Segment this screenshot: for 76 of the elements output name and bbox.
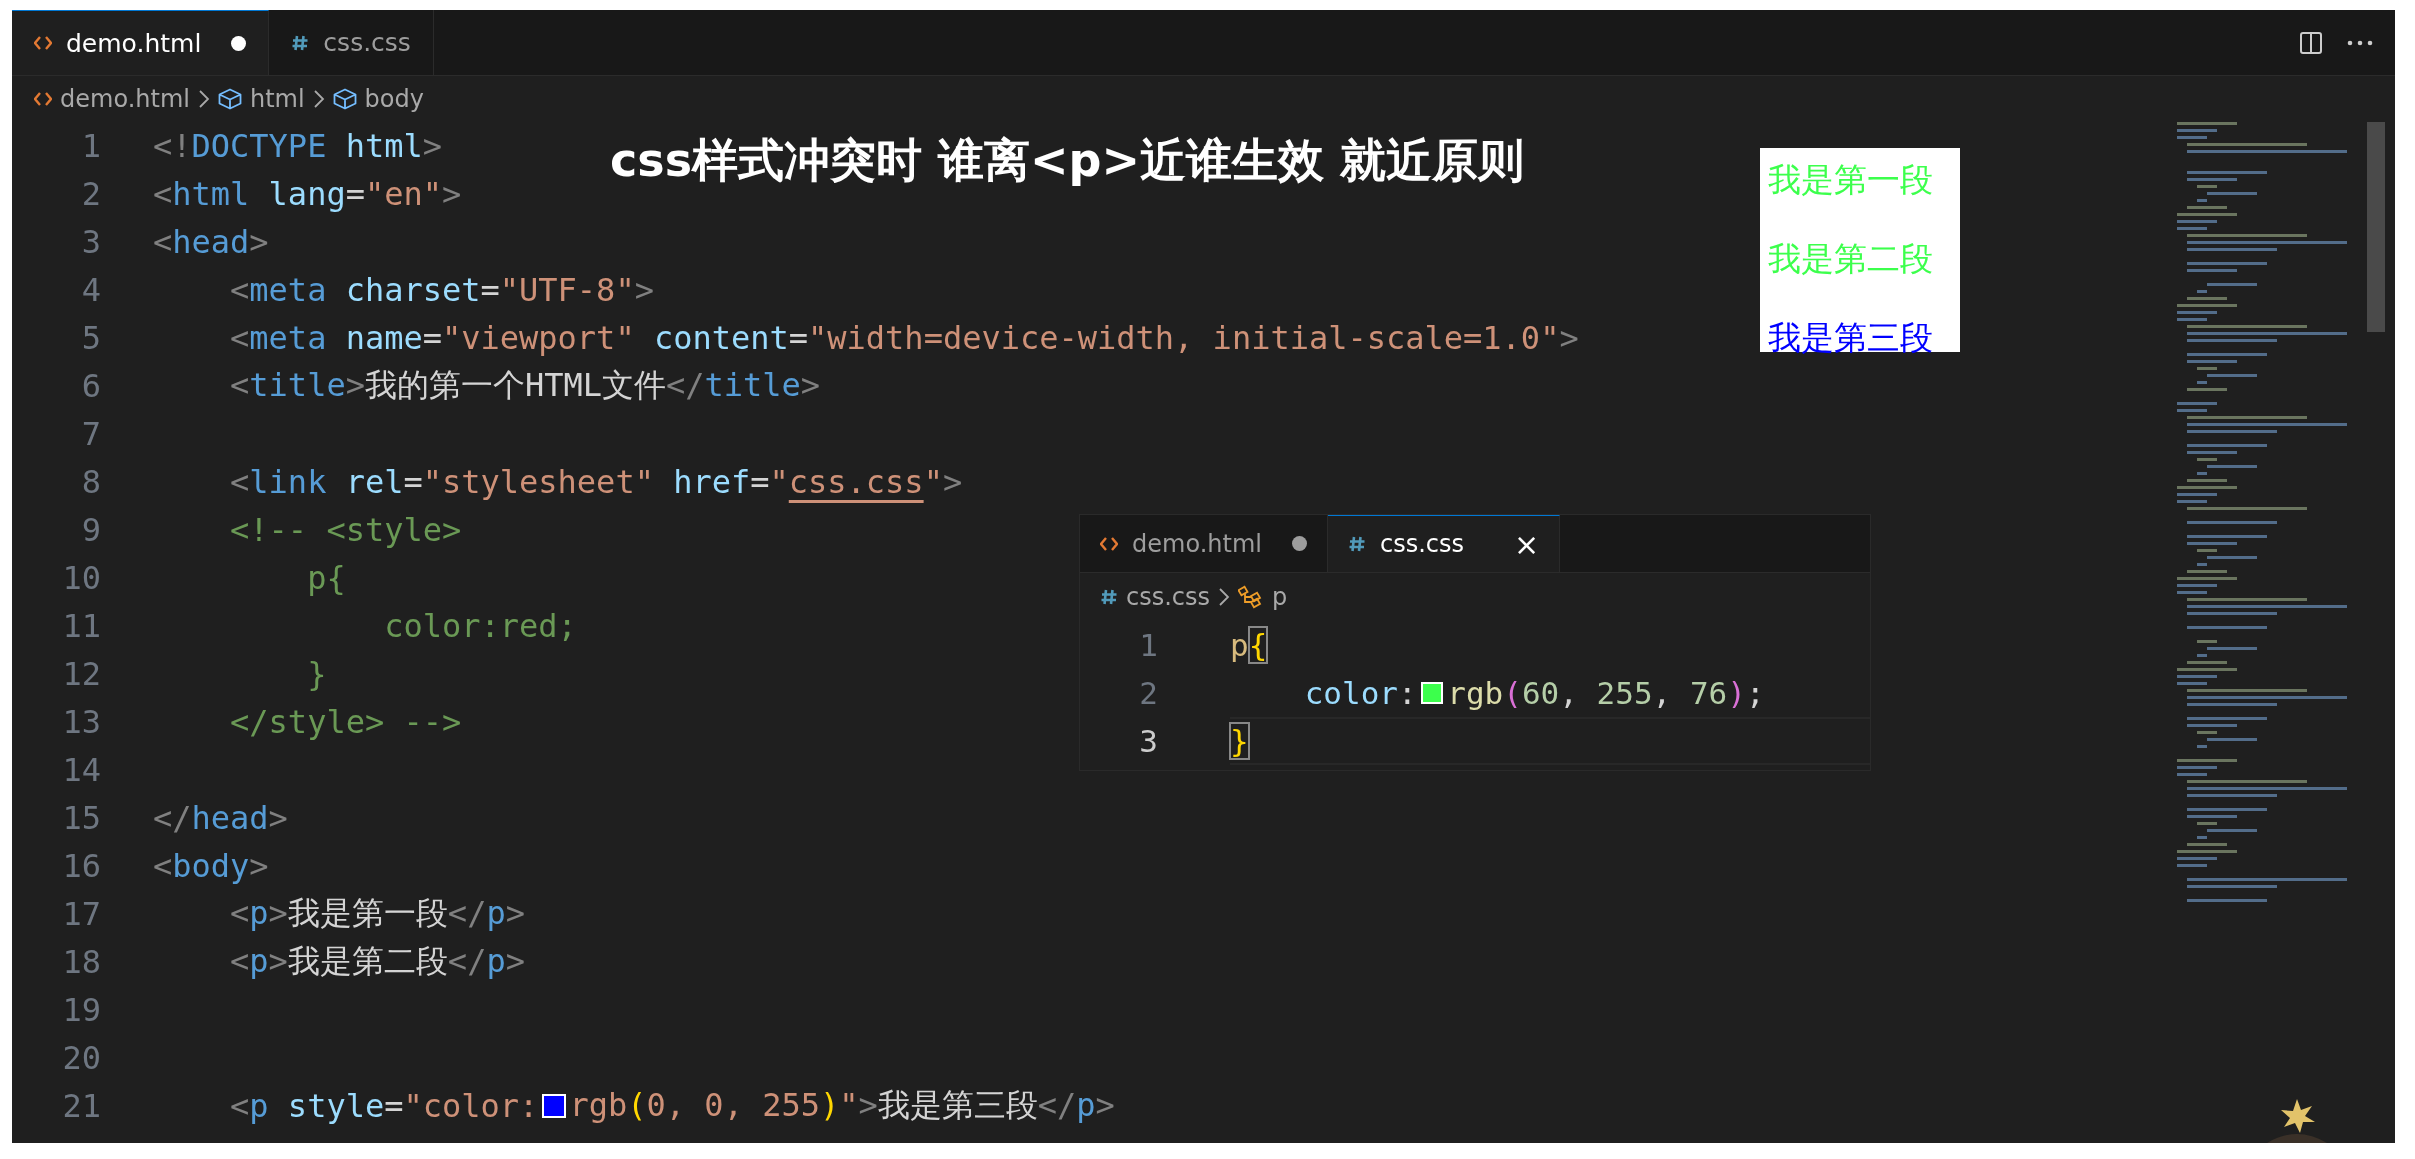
code-text: <link rel="stylesheet" href="css.css">: [229, 463, 963, 501]
line-number: 9: [80, 511, 102, 549]
code-text: color:: [1303, 675, 1417, 711]
code-brackets-icon: [34, 92, 52, 106]
line-number: 2: [80, 175, 102, 213]
color-swatch[interactable]: [1420, 681, 1444, 705]
line-number: 1: [1138, 627, 1159, 663]
breadcrumb-item[interactable]: demo.html: [60, 85, 190, 113]
chevron-icon: [197, 89, 210, 109]
split-editor-icon[interactable]: [2299, 30, 2323, 55]
line-number: 16: [61, 847, 102, 885]
line-number: 4: [80, 271, 102, 309]
code-text: rgb(60, 255, 76);: [1447, 675, 1765, 711]
line-number: 8: [80, 463, 102, 501]
hash-icon: [1347, 535, 1366, 553]
overlay-title: css样式冲突时 谁离<p>近谁生效 就近原则: [610, 132, 1525, 189]
line-number: 20: [61, 1039, 102, 1077]
line-number: 3: [80, 223, 102, 261]
code-text: </style> -->: [229, 703, 462, 741]
code-text: <!DOCTYPE html>: [153, 127, 442, 165]
code-text: }: [1230, 723, 1249, 759]
cube-icon: [217, 88, 242, 110]
code-text: <html lang="en">: [153, 175, 462, 213]
line-number: 17: [61, 895, 102, 933]
code-text: <title>我的第一个HTML文件</title>: [229, 365, 821, 406]
code-text: }: [306, 655, 327, 693]
preview-paragraph: 我是第二段: [1768, 238, 1934, 280]
line-number: 15: [61, 799, 102, 837]
code-text: p{: [306, 559, 346, 597]
code-text: <head>: [153, 223, 269, 261]
line-number: 21: [61, 1087, 102, 1125]
code-text: <!-- <style>: [229, 511, 462, 549]
line-number: 14: [61, 751, 102, 789]
code-text: <meta name="viewport" content="width=device-width, initial-scale=1.0">: [229, 319, 1579, 357]
code-text: color:red;: [383, 607, 577, 645]
cube-icon: [332, 88, 357, 110]
line-number: 3: [1138, 723, 1159, 759]
code-brackets-icon: [34, 36, 52, 50]
hash-icon: [1100, 588, 1118, 606]
breadcrumb-item[interactable]: html: [249, 85, 305, 113]
code-text: <p>我是第二段</p>: [229, 941, 525, 982]
scrollbar[interactable]: [2367, 122, 2385, 332]
editor-tab[interactable]: css.css ×: [1327, 515, 1561, 572]
line-number: 12: [61, 655, 102, 693]
line-number: 18: [61, 943, 102, 981]
line-number: 7: [80, 415, 102, 453]
breadcrumb-item[interactable]: p: [1272, 583, 1288, 611]
code-text: rgb(0, 0, 255)">我是第三段</p>: [569, 1085, 1115, 1126]
code-text: <p>我是第一段</p>: [229, 893, 525, 934]
code-brackets-icon: [1100, 536, 1118, 551]
breadcrumb-item[interactable]: body: [364, 85, 424, 113]
more-icon[interactable]: [2347, 39, 2373, 46]
line-number: 19: [61, 991, 102, 1029]
code-text: <p style="color:: [229, 1087, 539, 1125]
line-number: 13: [61, 703, 102, 741]
chevron-icon: [1218, 587, 1231, 607]
line-number: 10: [61, 559, 102, 597]
editor-tab[interactable]: css.css: [269, 10, 434, 75]
chevron-icon: [312, 89, 325, 109]
code-text: <meta charset="UTF-8">: [229, 271, 654, 309]
code-text: </head>: [153, 799, 288, 837]
code-text: p{: [1230, 627, 1268, 663]
close-button[interactable]: ×: [1514, 526, 1540, 562]
code-text: <body>: [153, 847, 269, 885]
line-number: 6: [80, 367, 102, 405]
hash-icon: [291, 33, 310, 52]
line-number: 1: [80, 127, 102, 165]
editor-tab[interactable]: demo.html: [12, 10, 270, 75]
line-number: 2: [1138, 675, 1159, 711]
editor-tab[interactable]: demo.html: [1080, 515, 1328, 572]
line-number: 5: [80, 319, 102, 357]
preview-paragraph: 我是第三段: [1768, 317, 1934, 359]
color-swatch[interactable]: [542, 1094, 566, 1118]
line-number: 11: [61, 607, 102, 645]
breadcrumb-item[interactable]: css.css: [1126, 583, 1211, 611]
preview-paragraph: 我是第一段: [1768, 159, 1934, 201]
